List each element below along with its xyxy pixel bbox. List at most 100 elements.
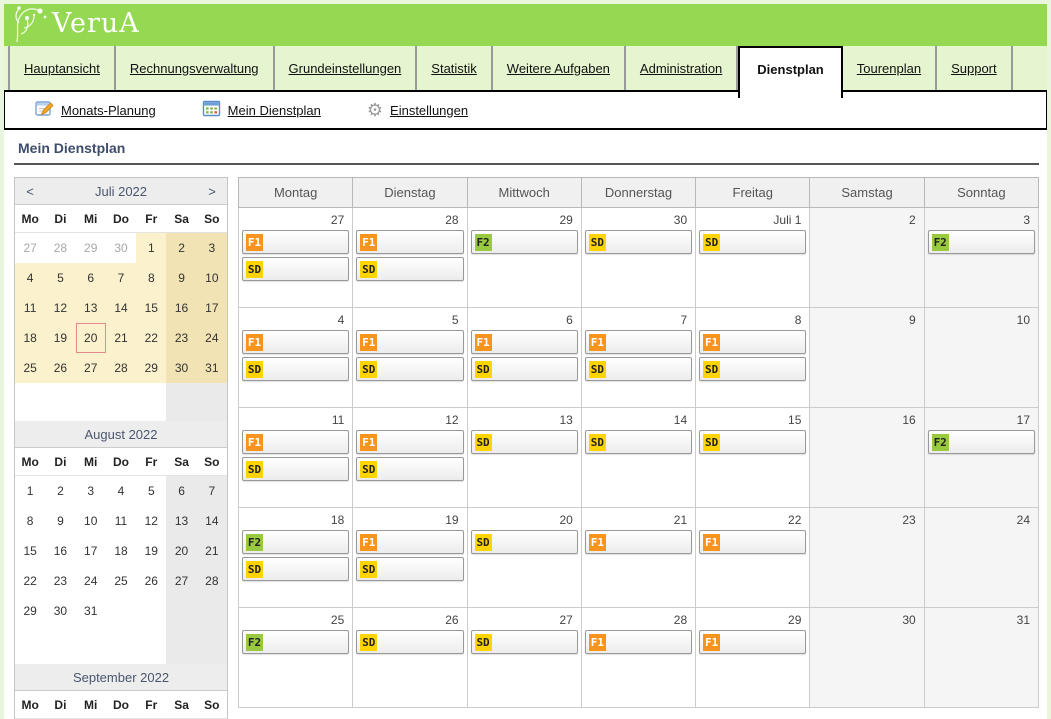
mini-day[interactable]: 12 bbox=[45, 293, 75, 323]
calendar-day-cell[interactable]: 3F2 bbox=[924, 208, 1038, 308]
monats-planung-button[interactable]: Monats-Planung bbox=[35, 99, 156, 121]
shift-entry[interactable]: SD bbox=[242, 257, 349, 281]
mini-day[interactable]: 10 bbox=[197, 263, 227, 293]
mini-day[interactable]: 18 bbox=[15, 323, 45, 353]
mini-day[interactable]: 11 bbox=[15, 293, 45, 323]
mini-day[interactable]: 31 bbox=[197, 353, 227, 383]
mini-day[interactable]: 30 bbox=[166, 353, 196, 383]
mini-day[interactable]: 27 bbox=[76, 353, 106, 383]
tab-statistik[interactable]: Statistik bbox=[417, 46, 493, 90]
mini-day[interactable]: 19 bbox=[45, 323, 75, 353]
mini-day[interactable]: 28 bbox=[106, 353, 136, 383]
shift-entry[interactable]: F1 bbox=[471, 330, 578, 354]
calendar-day-cell[interactable]: 2 bbox=[810, 208, 924, 308]
mini-day[interactable]: 29 bbox=[15, 596, 45, 626]
mini-day[interactable]: 15 bbox=[136, 293, 166, 323]
calendar-day-cell[interactable]: 15SD bbox=[696, 408, 810, 508]
mini-day[interactable]: 17 bbox=[76, 536, 106, 566]
mini-day[interactable]: 16 bbox=[45, 536, 75, 566]
calendar-day-cell[interactable]: 27F1SD bbox=[239, 208, 353, 308]
calendar-day-cell[interactable]: 27SD bbox=[467, 608, 581, 708]
mini-day[interactable]: 2 bbox=[45, 476, 75, 506]
shift-entry[interactable]: SD bbox=[356, 557, 463, 581]
calendar-day-cell[interactable]: 20SD bbox=[467, 508, 581, 608]
calendar-day-cell[interactable]: 16 bbox=[810, 408, 924, 508]
calendar-day-cell[interactable]: 8F1SD bbox=[696, 308, 810, 408]
mini-day[interactable]: 29 bbox=[136, 353, 166, 383]
mini-day[interactable]: 30 bbox=[106, 233, 136, 263]
shift-entry[interactable]: F2 bbox=[471, 230, 578, 254]
mini-day[interactable]: 27 bbox=[15, 233, 45, 263]
mini-day[interactable]: 29 bbox=[76, 233, 106, 263]
calendar-day-cell[interactable]: 10 bbox=[924, 308, 1038, 408]
mini-day[interactable]: 5 bbox=[136, 476, 166, 506]
mini-day[interactable]: 18 bbox=[106, 536, 136, 566]
mini-day[interactable]: 20 bbox=[166, 536, 196, 566]
shift-entry[interactable]: SD bbox=[471, 357, 578, 381]
calendar-day-cell[interactable]: 30 bbox=[810, 608, 924, 708]
mein-dienstplan-button[interactable]: Mein Dienstplan bbox=[202, 99, 321, 121]
mini-day[interactable]: 13 bbox=[76, 293, 106, 323]
shift-entry[interactable]: F1 bbox=[585, 630, 692, 654]
mini-day[interactable]: 26 bbox=[45, 353, 75, 383]
shift-entry[interactable]: F1 bbox=[242, 230, 349, 254]
tab-dienstplan[interactable]: Dienstplan bbox=[738, 46, 842, 98]
tab-support[interactable]: Support bbox=[937, 46, 1013, 90]
calendar-day-cell[interactable]: Juli 1SD bbox=[696, 208, 810, 308]
mini-day[interactable]: 8 bbox=[136, 263, 166, 293]
mini-day[interactable]: 14 bbox=[197, 506, 227, 536]
mini-day[interactable]: 16 bbox=[166, 293, 196, 323]
mini-day[interactable]: 21 bbox=[197, 536, 227, 566]
calendar-day-cell[interactable]: 6F1SD bbox=[467, 308, 581, 408]
shift-entry[interactable]: SD bbox=[471, 430, 578, 454]
mini-day[interactable]: 11 bbox=[106, 506, 136, 536]
mini-day[interactable]: 8 bbox=[15, 506, 45, 536]
mini-day[interactable]: 24 bbox=[76, 566, 106, 596]
mini-day[interactable]: 24 bbox=[197, 323, 227, 353]
shift-entry[interactable]: SD bbox=[699, 430, 806, 454]
calendar-day-cell[interactable]: 23 bbox=[810, 508, 924, 608]
mini-day[interactable]: 20 bbox=[76, 323, 106, 353]
calendar-day-cell[interactable]: 25F2 bbox=[239, 608, 353, 708]
mini-day[interactable]: 4 bbox=[106, 476, 136, 506]
mini-day[interactable]: 30 bbox=[45, 596, 75, 626]
shift-entry[interactable]: SD bbox=[242, 557, 349, 581]
mini-day[interactable]: 31 bbox=[76, 596, 106, 626]
shift-entry[interactable]: SD bbox=[356, 630, 463, 654]
mini-day[interactable]: 12 bbox=[136, 506, 166, 536]
mini-day[interactable]: 17 bbox=[197, 293, 227, 323]
shift-entry[interactable]: F2 bbox=[242, 530, 349, 554]
mini-day[interactable]: 9 bbox=[166, 263, 196, 293]
shift-entry[interactable]: F1 bbox=[356, 230, 463, 254]
shift-entry[interactable]: F2 bbox=[928, 430, 1035, 454]
calendar-day-cell[interactable]: 14SD bbox=[581, 408, 695, 508]
mini-day[interactable]: 13 bbox=[166, 506, 196, 536]
mini-day[interactable]: 2 bbox=[166, 233, 196, 263]
shift-entry[interactable]: SD bbox=[471, 630, 578, 654]
shift-entry[interactable]: F1 bbox=[356, 330, 463, 354]
mini-day[interactable]: 25 bbox=[15, 353, 45, 383]
calendar-day-cell[interactable]: 28F1SD bbox=[353, 208, 467, 308]
mini-day[interactable]: 6 bbox=[166, 476, 196, 506]
mini-day[interactable]: 4 bbox=[15, 263, 45, 293]
mini-day[interactable]: 26 bbox=[136, 566, 166, 596]
calendar-day-cell[interactable]: 30SD bbox=[581, 208, 695, 308]
shift-entry[interactable]: F1 bbox=[699, 330, 806, 354]
mini-day[interactable]: 1 bbox=[15, 476, 45, 506]
mini-day[interactable]: 3 bbox=[76, 476, 106, 506]
shift-entry[interactable]: SD bbox=[242, 357, 349, 381]
shift-entry[interactable]: SD bbox=[356, 457, 463, 481]
mini-day[interactable]: 1 bbox=[136, 233, 166, 263]
calendar-day-cell[interactable]: 17F2 bbox=[924, 408, 1038, 508]
shift-entry[interactable]: F2 bbox=[242, 630, 349, 654]
shift-entry[interactable]: F1 bbox=[242, 430, 349, 454]
mini-day[interactable]: 28 bbox=[45, 233, 75, 263]
calendar-day-cell[interactable]: 19F1SD bbox=[353, 508, 467, 608]
mini-day[interactable]: 5 bbox=[45, 263, 75, 293]
calendar-day-cell[interactable]: 24 bbox=[924, 508, 1038, 608]
mini-day[interactable]: 23 bbox=[166, 323, 196, 353]
tab-rechnungsverwaltung[interactable]: Rechnungsverwaltung bbox=[116, 46, 275, 90]
einstellungen-button[interactable]: ⚙ Einstellungen bbox=[367, 101, 468, 119]
shift-entry[interactable]: SD bbox=[242, 457, 349, 481]
mini-day[interactable]: 19 bbox=[136, 536, 166, 566]
